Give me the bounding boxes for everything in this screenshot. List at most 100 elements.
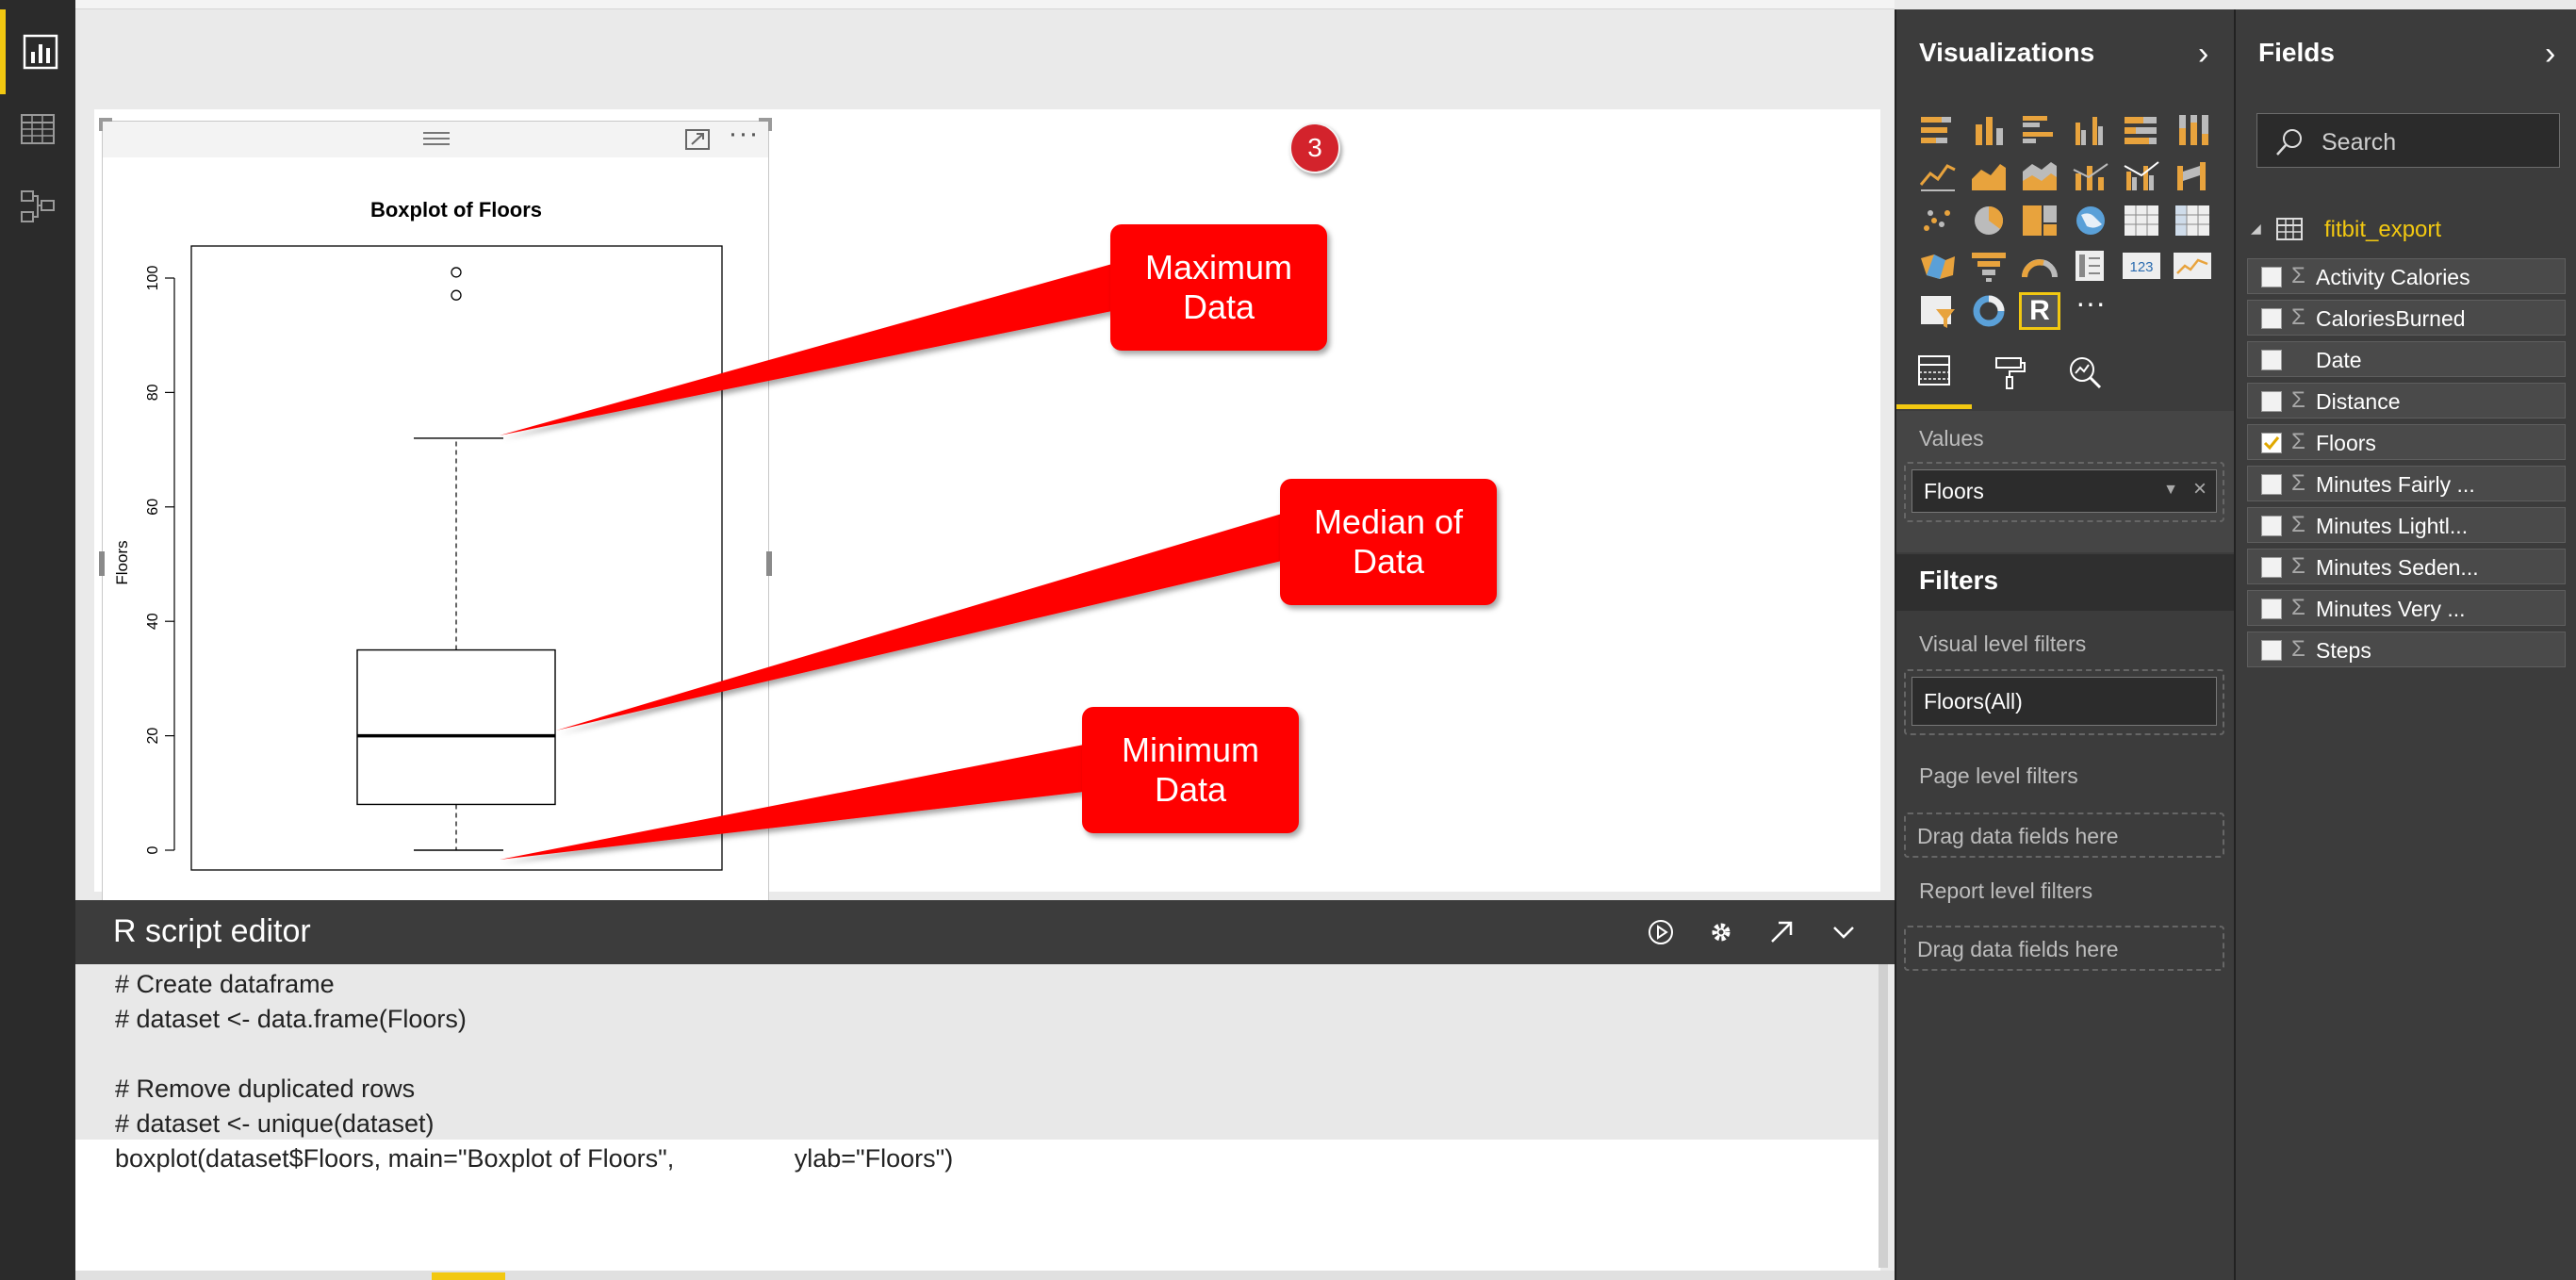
r-script-code-area[interactable]: # Create dataframe # dataset <- data.fra… xyxy=(75,964,1880,1280)
line-chart-icon[interactable] xyxy=(1917,156,1959,194)
popout-icon[interactable] xyxy=(1763,913,1800,951)
analytics-magnifier-icon xyxy=(2070,357,2102,389)
checkbox-checked[interactable] xyxy=(2261,433,2282,453)
checkbox[interactable] xyxy=(2261,516,2282,536)
stacked-bar-chart-icon[interactable] xyxy=(1917,111,1959,149)
run-script-icon[interactable] xyxy=(1642,913,1680,951)
sigma-icon: Σ xyxy=(2291,512,2305,537)
remove-field-icon[interactable]: × xyxy=(2193,476,2207,502)
page-filters-dropzone[interactable]: Drag data fields here xyxy=(1904,812,2224,858)
treemap-icon[interactable] xyxy=(2019,202,2060,239)
left-view-nav xyxy=(0,0,75,1280)
clustered-bar-chart-icon[interactable] xyxy=(2019,111,2060,149)
stacked-area-chart-icon[interactable] xyxy=(2019,156,2060,194)
line-and-clustered-column-chart-icon[interactable] xyxy=(2121,156,2162,194)
checkbox[interactable] xyxy=(2261,474,2282,495)
table-node-fitbit-export[interactable]: ◢ fitbit_export xyxy=(2245,211,2566,249)
visual-level-filters-well[interactable]: Floors(All) xyxy=(1904,669,2224,735)
callout-maximum-data: Maximum Data xyxy=(1110,224,1327,351)
sigma-icon: Σ xyxy=(2291,263,2305,288)
field-row[interactable]: Σ Distance xyxy=(2247,383,2566,418)
field-row[interactable]: Σ Minutes Seden... xyxy=(2247,549,2566,584)
field-row[interactable]: Σ Minutes Very ... xyxy=(2247,590,2566,626)
checkbox[interactable] xyxy=(2261,308,2282,329)
chevron-right-icon[interactable]: › xyxy=(2198,38,2208,70)
data-view-button[interactable] xyxy=(0,87,75,172)
code-line: # Remove duplicated rows xyxy=(115,1075,416,1103)
field-row[interactable]: Σ Minutes Lightl... xyxy=(2247,507,2566,543)
callout-minimum-data: Minimum Data xyxy=(1082,707,1299,833)
field-row[interactable]: Σ Steps xyxy=(2247,632,2566,667)
values-field-floors[interactable]: Floors ▼ × xyxy=(1911,469,2217,513)
r-script-visual-icon[interactable]: R xyxy=(2019,292,2060,330)
format-tab[interactable] xyxy=(1972,336,2047,409)
filters-title: Filters xyxy=(1919,566,1999,595)
sigma-icon: Σ xyxy=(2291,429,2305,454)
page-tab-active[interactable] xyxy=(432,1272,505,1280)
line-and-stacked-column-chart-icon[interactable] xyxy=(2070,156,2111,194)
visual-level-filters-label: Visual level filters xyxy=(1919,632,2087,656)
power-bi-desktop-window: ··· Boxplot of Floors Floors 0 20 40 60 80 10… xyxy=(0,0,2576,1280)
sigma-icon: Σ xyxy=(2291,595,2305,620)
area-chart-icon[interactable] xyxy=(1968,156,2010,194)
checkbox[interactable] xyxy=(2261,350,2282,370)
more-visuals-icon[interactable]: ··· xyxy=(2070,287,2111,326)
filled-map-icon[interactable] xyxy=(1917,247,1959,285)
editor-scrollbar[interactable] xyxy=(1879,964,1888,1268)
report-view-button[interactable] xyxy=(0,9,75,94)
matrix-visual-icon[interactable] xyxy=(2172,202,2213,239)
code-line: # Create dataframe xyxy=(115,970,335,998)
r-visual-container[interactable]: ··· Boxplot of Floors Floors 0 20 40 60 80 10… xyxy=(99,118,772,903)
field-label: Minutes Fairly ... xyxy=(2316,472,2475,497)
field-label: CaloriesBurned xyxy=(2316,306,2466,331)
checkbox[interactable] xyxy=(2261,391,2282,412)
code-line-editable[interactable]: boxplot(dataset$Floors, main="Boxplot of… xyxy=(115,1144,953,1173)
checkbox[interactable] xyxy=(2261,599,2282,619)
checkbox[interactable] xyxy=(2261,557,2282,578)
field-label: Activity Calories xyxy=(2316,265,2470,289)
field-row[interactable]: Σ Activity Calories xyxy=(2247,258,2566,294)
scatter-chart-icon[interactable] xyxy=(1917,202,1959,239)
search-placeholder: Search xyxy=(2322,129,2397,156)
report-filters-dropzone[interactable]: Drag data fields here xyxy=(1904,926,2224,971)
table-visual-icon[interactable] xyxy=(2121,202,2162,239)
100-stacked-column-chart-icon[interactable] xyxy=(2172,111,2213,149)
stacked-column-chart-icon[interactable] xyxy=(1968,111,2010,149)
visualizations-pane: Visualizations › 123 R ··· Values Floors… xyxy=(1895,9,2236,1280)
collapse-chevron-icon[interactable] xyxy=(1825,913,1862,951)
svg-text:123: 123 xyxy=(2129,259,2153,275)
chevron-right-icon[interactable]: › xyxy=(2545,38,2555,70)
100-stacked-bar-chart-icon[interactable] xyxy=(2121,111,2162,149)
values-well[interactable]: Floors ▼ × xyxy=(1904,462,2224,522)
field-row[interactable]: Date xyxy=(2247,341,2566,377)
field-row[interactable]: Σ CaloriesBurned xyxy=(2247,300,2566,336)
field-label: Distance xyxy=(2316,389,2401,414)
relationships-view-button[interactable] xyxy=(0,164,75,249)
dropzone-text: Drag data fields here xyxy=(1917,937,2119,961)
clustered-column-chart-icon[interactable] xyxy=(2070,111,2111,149)
gauge-icon[interactable] xyxy=(2019,247,2060,285)
expand-triangle-icon[interactable]: ◢ xyxy=(2251,221,2261,237)
pie-chart-icon[interactable] xyxy=(1968,202,2010,239)
ribbon-chart-icon[interactable] xyxy=(2172,156,2213,194)
field-row[interactable]: Σ Minutes Fairly ... xyxy=(2247,466,2566,501)
visual-filter-floors[interactable]: Floors(All) xyxy=(1911,677,2217,726)
donut-chart-icon[interactable] xyxy=(1968,292,2010,330)
kpi-icon[interactable] xyxy=(2172,247,2213,285)
field-row[interactable]: Σ Floors xyxy=(2247,424,2566,460)
relationship-icon xyxy=(21,190,55,222)
dropdown-arrow-icon[interactable]: ▼ xyxy=(2163,482,2178,499)
y-tick-label: 80 xyxy=(145,384,161,401)
checkbox[interactable] xyxy=(2261,640,2282,661)
fields-tab[interactable] xyxy=(1896,336,1972,409)
slicer-icon[interactable] xyxy=(1917,292,1959,330)
checkbox[interactable] xyxy=(2261,267,2282,287)
settings-gear-icon[interactable] xyxy=(1702,913,1740,951)
y-axis-ticks: 0 20 40 60 80 100 xyxy=(145,266,174,854)
card-123-icon[interactable]: 123 xyxy=(2121,247,2162,285)
multi-row-card-icon[interactable] xyxy=(2070,247,2111,285)
fields-search-input[interactable]: Search xyxy=(2256,113,2560,168)
funnel-chart-icon[interactable] xyxy=(1968,247,2010,285)
analytics-tab[interactable] xyxy=(2047,336,2123,409)
map-globe-icon[interactable] xyxy=(2070,202,2111,239)
